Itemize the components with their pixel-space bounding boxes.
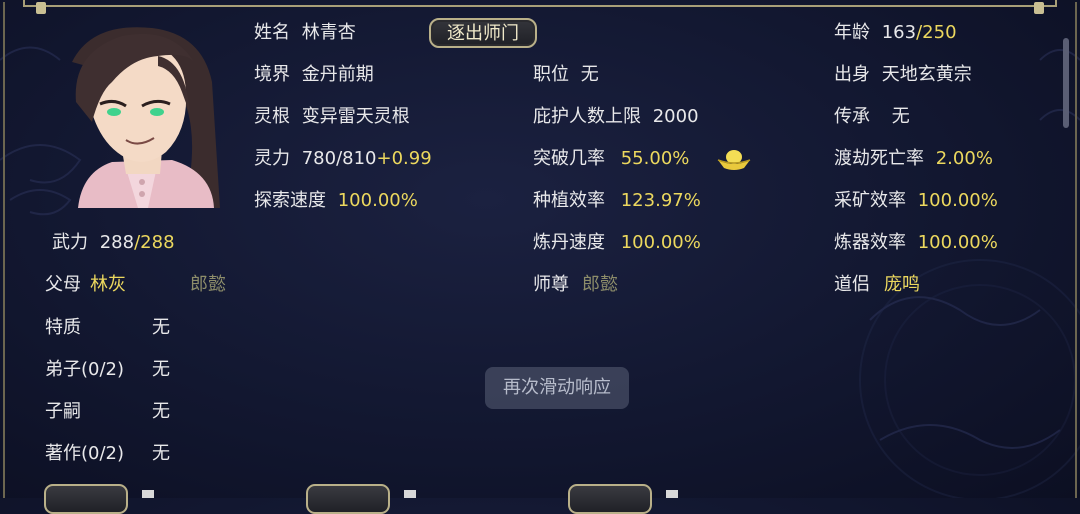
protect-row: 庇护人数上限 2000 [533,106,699,128]
force-max: /288 [134,232,175,253]
protect-value: 2000 [652,106,699,127]
explore-row: 探索速度 100.00% [254,190,418,212]
explore-value: 100.00% [337,190,418,211]
alchemy-label: 炼丹速度 [533,232,605,253]
origin-value: 天地玄黄宗 [881,64,972,85]
master-link[interactable]: 郎懿 [582,274,618,296]
alchemy-row: 炼丹速度 100.00% [533,232,701,254]
name-label: 姓名 [254,22,290,43]
realm-row: 境界 金丹前期 [254,64,374,86]
forge-label: 炼器效率 [834,232,906,253]
root-row: 灵根 变异雷天灵根 [254,106,410,128]
parent1-link[interactable]: 林灰 [90,274,126,296]
expel-button[interactable]: 逐出师门 [429,18,537,48]
works-value: 无 [152,443,170,464]
power-value: 780/810 [301,148,377,169]
power-regen: +0.99 [376,148,432,169]
force-row: 武力 288/288 [52,232,175,254]
works-label: 著作(0/2) [45,443,125,464]
tribulation-value: 2.00% [935,148,993,169]
tribulation-label: 渡劫死亡率 [834,148,924,169]
age-current: 163 [881,22,917,43]
force-label: 武力 [52,232,88,253]
position-value: 无 [580,64,599,85]
inherit-label: 传承 [834,106,870,127]
protect-label: 庇护人数上限 [533,106,641,127]
bottom-tab-3-marker [666,490,678,498]
age-label: 年龄 [834,22,870,43]
disciple-label: 弟子(0/2) [45,359,125,380]
parents-label: 父母 [45,274,81,295]
plant-row: 种植效率 123.97% [533,190,701,212]
forge-row: 炼器效率 100.00% [834,232,998,254]
realm-value: 金丹前期 [301,64,374,85]
force-current: 288 [99,232,135,253]
golden-ingot-icon[interactable] [716,146,752,172]
root-value: 变异雷天灵根 [301,106,410,127]
origin-row: 出身 天地玄黄宗 [834,64,972,86]
name-value: 林青杏 [301,22,356,43]
trait-value: 无 [152,317,170,338]
heir-label: 子嗣 [45,401,81,422]
mining-label: 采矿效率 [834,190,906,211]
bottom-tab-1-marker [142,490,154,498]
explore-label: 探索速度 [254,190,326,211]
plant-label: 种植效率 [533,190,605,211]
position-row: 职位 无 [533,64,599,86]
inherit-row: 传承 无 [834,106,910,128]
forge-value: 100.00% [917,232,998,253]
breakthrough-label: 突破几率 [533,148,605,169]
age-row: 年龄 163/250 [834,22,957,44]
parent2-link[interactable]: 郎懿 [190,274,226,296]
mining-row: 采矿效率 100.00% [834,190,998,212]
tribulation-row: 渡劫死亡率 2.00% [834,148,993,170]
bottom-tab-3[interactable] [568,484,652,514]
power-row: 灵力 780/810+0.99 [254,148,432,170]
inherit-value: 无 [891,106,910,127]
disciple-value: 无 [152,359,170,380]
heir-value: 无 [152,401,170,422]
bottom-tab-2-marker [404,490,416,498]
realm-label: 境界 [254,64,290,85]
character-portrait [62,22,222,208]
root-label: 灵根 [254,106,290,127]
partner-label: 道侣 [834,274,870,295]
partner-link[interactable]: 庞鸣 [884,274,920,296]
breakthrough-value: 55.00% [620,148,690,169]
breakthrough-row: 突破几率 55.00% [533,148,689,170]
swipe-toast: 再次滑动响应 [485,367,629,409]
origin-label: 出身 [834,64,870,85]
master-label: 师尊 [533,274,569,295]
bottom-tab-2[interactable] [306,484,390,514]
power-label: 灵力 [254,148,290,169]
trait-label: 特质 [45,317,81,338]
mining-value: 100.00% [917,190,998,211]
plant-value: 123.97% [620,190,701,211]
name-row: 姓名 林青杏 [254,22,356,44]
bottom-tab-1[interactable] [44,484,128,514]
position-label: 职位 [533,64,569,85]
alchemy-value: 100.00% [620,232,701,253]
age-max: /250 [916,22,957,43]
